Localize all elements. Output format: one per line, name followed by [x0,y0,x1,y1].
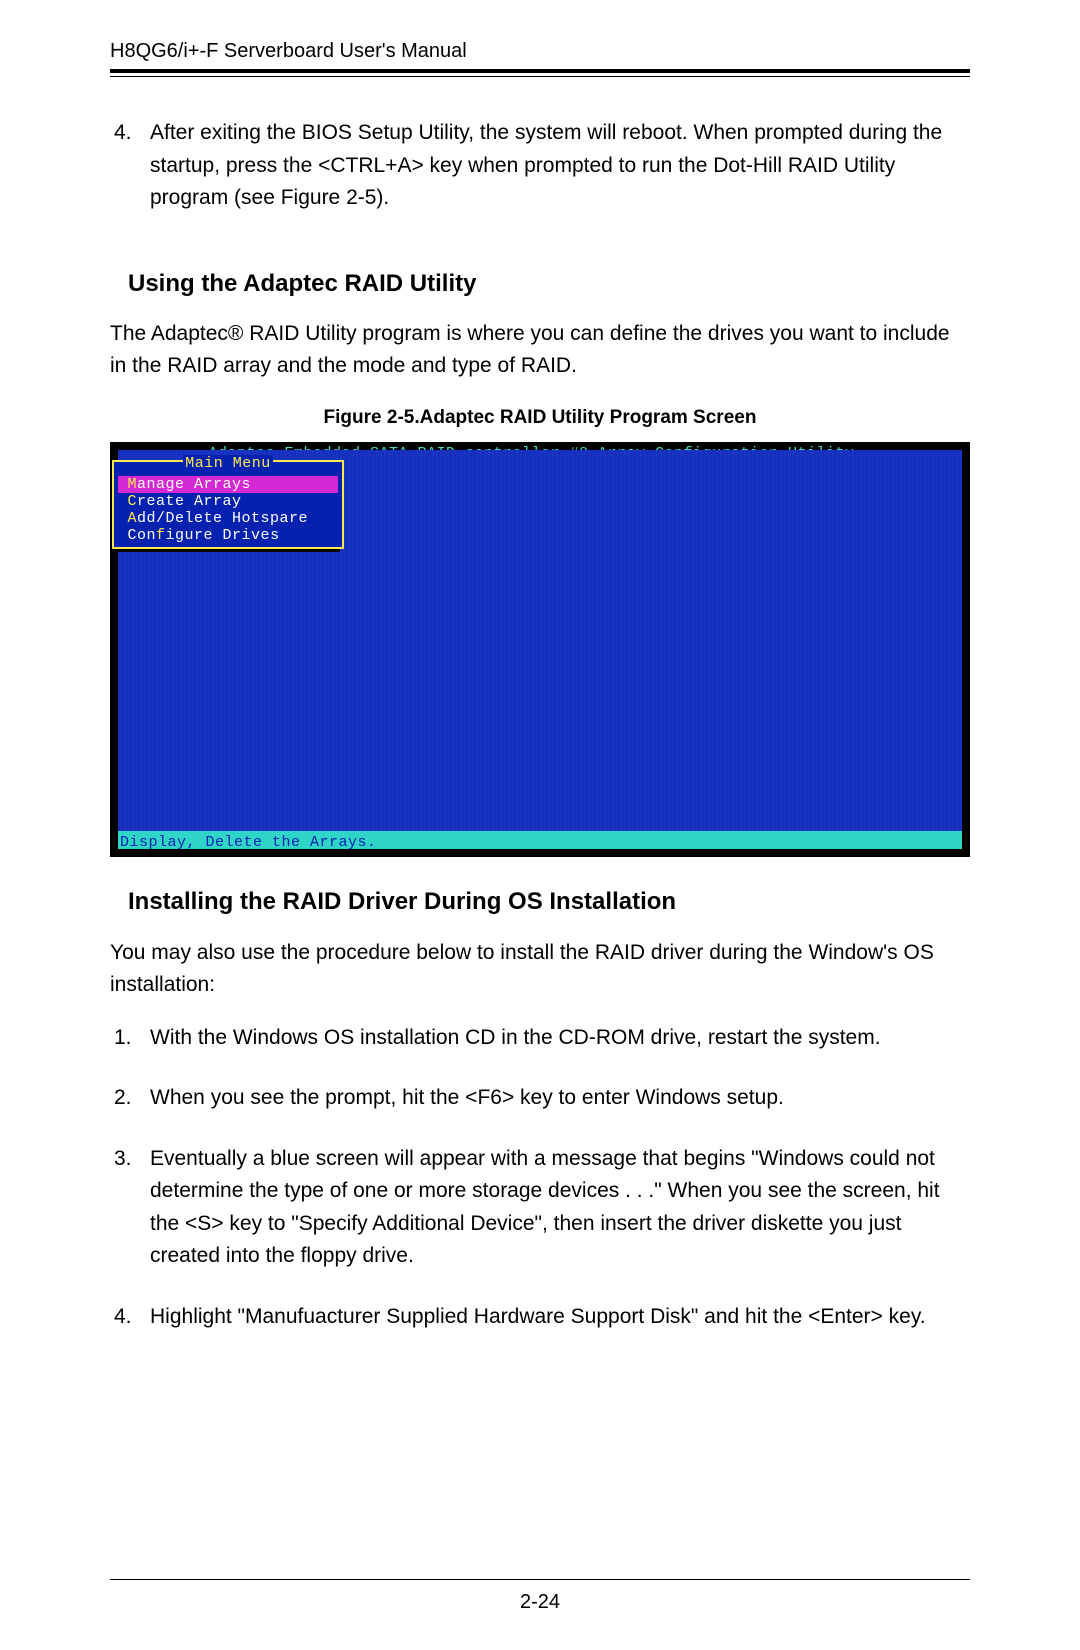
list-item-number: 4. [114,117,132,150]
bios-status-bar: Display, Delete the Arrays. [118,831,962,849]
footer-rule [110,1579,970,1580]
menu-item-create-array[interactable]: Create Array [118,493,338,510]
step-item-2: 2. When you see the prompt, hit the <F6>… [150,1082,970,1115]
install-steps-list: 1. With the Windows OS installation CD i… [110,1022,970,1334]
step-number: 3. [114,1143,132,1176]
step-number: 4. [114,1301,132,1334]
bios-screenshot: ═══ Adaptec Embedded SATA RAID controlle… [110,442,970,857]
step-number: 2. [114,1082,132,1115]
header-rule [110,69,970,77]
manual-page: H8QG6/i+-F Serverboard User's Manual 4. … [0,0,1080,1650]
step-item-1: 1. With the Windows OS installation CD i… [150,1022,970,1055]
figure-caption: Figure 2-5.Adaptec RAID Utility Program … [110,403,970,432]
list-item-text: After exiting the BIOS Setup Utility, th… [150,121,942,209]
page-number: 2-24 [0,1591,1080,1614]
menu-item-manage-arrays[interactable]: Manage Arrays [118,476,338,493]
step-item-4: 4. Highlight "Manufuacturer Supplied Har… [150,1301,970,1334]
step-text: When you see the prompt, hit the <F6> ke… [150,1086,784,1109]
header-title: H8QG6/i+-F Serverboard User's Manual [110,40,970,63]
step-text: With the Windows OS installation CD in t… [150,1026,881,1049]
section-heading-adaptec: Using the Adaptec RAID Utility [128,265,970,302]
body-content: 4. After exiting the BIOS Setup Utility,… [110,117,970,1333]
menu-item-add-delete-hotspare[interactable]: Add/Delete Hotspare [118,510,338,527]
section-paragraph: The Adaptec® RAID Utility program is whe… [110,318,970,383]
step-text: Highlight "Manufuacturer Supplied Hardwa… [150,1305,926,1328]
section-heading-install-driver: Installing the RAID Driver During OS Ins… [128,883,970,920]
main-menu-title: Main Menu [118,452,338,475]
continuation-list: 4. After exiting the BIOS Setup Utility,… [110,117,970,215]
step-number: 1. [114,1022,132,1055]
menu-item-configure-drives[interactable]: Configure Drives [118,527,338,544]
section-paragraph: You may also use the procedure below to … [110,937,970,1002]
step-item-3: 3. Eventually a blue screen will appear … [150,1143,970,1273]
step-text: Eventually a blue screen will appear wit… [150,1147,940,1268]
main-menu-box: Main Menu Manage Arrays Create Array Add… [112,460,344,548]
list-item-4: 4. After exiting the BIOS Setup Utility,… [150,117,970,215]
